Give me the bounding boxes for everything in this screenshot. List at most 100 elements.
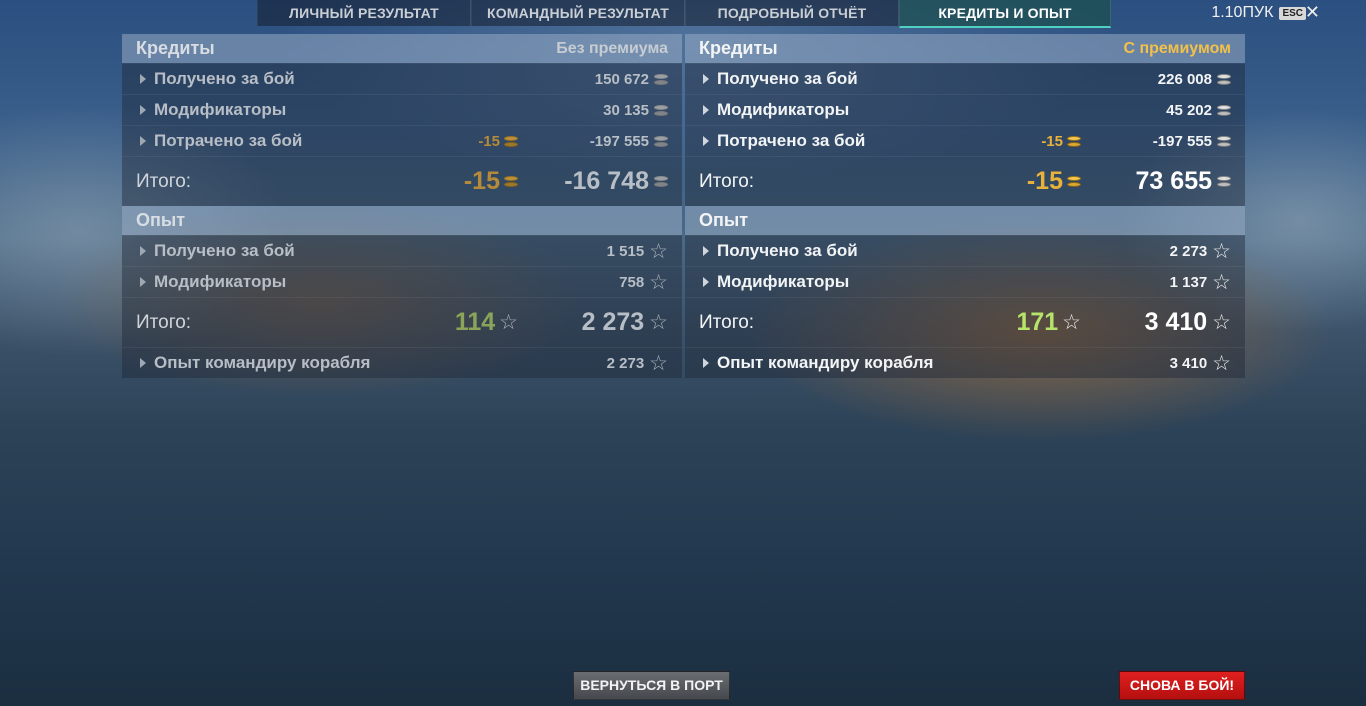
credits-coin-icon <box>1217 104 1231 117</box>
expand-arrow-icon[interactable] <box>703 358 709 368</box>
credits-row-spent[interactable]: Потрачено за бой -15 -197 555 <box>685 125 1245 156</box>
xp-title: Опыт <box>699 210 749 230</box>
row-label: Опыт командиру корабля <box>717 353 934 372</box>
credits-row-earned[interactable]: Получено за бой 150 672 <box>122 63 682 94</box>
battle-again-button[interactable]: СНОВА В БОЙ! <box>1119 671 1245 700</box>
tab-credits-and-xp[interactable]: КРЕДИТЫ И ОПЫТ <box>899 0 1111 28</box>
credits-coin-icon <box>1217 135 1231 148</box>
credits-title: Кредиты <box>136 38 215 58</box>
expand-arrow-icon[interactable] <box>703 105 709 115</box>
panel-no-premium: Кредиты Без премиума Получено за бой 150… <box>122 34 682 378</box>
expand-arrow-icon[interactable] <box>140 105 146 115</box>
xp-title: Опыт <box>136 210 186 230</box>
expand-arrow-icon[interactable] <box>703 277 709 287</box>
credits-row-modifiers[interactable]: Модификаторы 45 202 <box>685 94 1245 125</box>
doubloon-coin-icon <box>504 175 518 188</box>
doubloon-coin-icon <box>1067 135 1081 148</box>
tab-detailed-report[interactable]: ПОДРОБНЫЙ ОТЧЁТ <box>685 0 899 26</box>
xp-header: Опыт <box>685 206 1245 235</box>
row-value: 1 137 <box>1169 273 1208 291</box>
top-right-info: 1.10ПУК ESC <box>1211 4 1306 22</box>
row-value: 30 135 <box>603 101 649 119</box>
row-value: 150 672 <box>594 70 649 88</box>
credits-header: Кредиты С премиумом <box>685 34 1245 63</box>
row-label: Получено за бой <box>717 69 858 88</box>
row-value: 758 <box>619 273 645 291</box>
row-label: Модификаторы <box>154 100 287 119</box>
credits-coin-icon <box>654 135 668 148</box>
tab-team-result[interactable]: КОМАНДНЫЙ РЕЗУЛЬТАТ <box>471 0 685 26</box>
credits-title: Кредиты <box>699 38 778 58</box>
row-label: Опыт командиру корабля <box>154 353 371 372</box>
total-label: Итого: <box>699 170 755 192</box>
total-value: 3 410 <box>1144 308 1208 336</box>
row-value: 3 410 <box>1169 354 1208 372</box>
expand-arrow-icon[interactable] <box>703 74 709 84</box>
credits-coin-icon <box>654 104 668 117</box>
commander-xp-row[interactable]: Опыт командиру корабля 3 410 ☆ <box>685 347 1245 378</box>
total-premium-value: 114 <box>454 308 496 336</box>
xp-row-earned[interactable]: Получено за бой 1 515 ☆ <box>122 235 682 266</box>
row-label: Модификаторы <box>154 272 287 291</box>
xp-row-earned[interactable]: Получено за бой 2 273 ☆ <box>685 235 1245 266</box>
xp-row-modifiers[interactable]: Модификаторы 758 ☆ <box>122 266 682 297</box>
credits-row-spent[interactable]: Потрачено за бой -15 -197 555 <box>122 125 682 156</box>
row-value: 2 273 <box>606 354 645 372</box>
close-icon[interactable]: ✕ <box>1305 2 1320 23</box>
doubloon-coin-icon <box>1067 175 1081 188</box>
credits-coin-icon <box>1217 73 1231 86</box>
xp-star-icon: ☆ <box>1212 351 1231 375</box>
no-premium-label: Без премиума <box>556 39 668 57</box>
credits-coin-icon <box>654 73 668 86</box>
total-premium-value: -15 <box>1026 167 1063 195</box>
row-label: Получено за бой <box>717 241 858 260</box>
credits-total-row: Итого: -15 -16 748 <box>122 156 682 206</box>
xp-header: Опыт <box>122 206 682 235</box>
doubloon-coin-icon <box>504 135 518 148</box>
row-premium-value: -15 <box>478 132 500 150</box>
total-label: Итого: <box>136 311 192 333</box>
xp-star-icon: ☆ <box>649 239 668 263</box>
xp-star-icon: ☆ <box>499 311 518 334</box>
xp-star-icon: ☆ <box>1212 311 1231 334</box>
row-label: Потрачено за бой <box>154 131 303 150</box>
credits-total-row: Итого: -15 73 655 <box>685 156 1245 206</box>
row-value: -197 555 <box>1152 132 1212 150</box>
total-value: 73 655 <box>1135 167 1212 195</box>
xp-star-icon: ☆ <box>1062 311 1081 334</box>
expand-arrow-icon[interactable] <box>140 136 146 146</box>
total-value: -16 748 <box>564 167 649 195</box>
xp-star-icon: ☆ <box>649 311 668 334</box>
row-premium-value: -15 <box>1041 132 1063 150</box>
row-value: 2 273 <box>1169 242 1208 260</box>
xp-star-icon: ☆ <box>1212 239 1231 263</box>
expand-arrow-icon[interactable] <box>140 246 146 256</box>
version-label: 1.10ПУК <box>1211 4 1274 21</box>
row-value: 1 515 <box>606 242 645 260</box>
total-value: 2 273 <box>581 308 645 336</box>
credits-row-modifiers[interactable]: Модификаторы 30 135 <box>122 94 682 125</box>
credits-row-earned[interactable]: Получено за бой 226 008 <box>685 63 1245 94</box>
xp-star-icon: ☆ <box>1212 270 1231 294</box>
credits-header: Кредиты Без премиума <box>122 34 682 63</box>
row-value: 45 202 <box>1166 101 1212 119</box>
xp-row-modifiers[interactable]: Модификаторы 1 137 ☆ <box>685 266 1245 297</box>
total-label: Итого: <box>136 170 192 192</box>
expand-arrow-icon[interactable] <box>703 246 709 256</box>
total-premium-value: -15 <box>463 167 500 195</box>
tab-personal-result[interactable]: ЛИЧНЫЙ РЕЗУЛЬТАТ <box>257 0 471 26</box>
with-premium-label: С премиумом <box>1123 39 1231 57</box>
return-to-port-button[interactable]: ВЕРНУТЬСЯ В ПОРТ <box>573 671 730 700</box>
credits-coin-icon <box>1217 175 1231 188</box>
xp-total-row: Итого: 171 ☆ 3 410 ☆ <box>685 297 1245 347</box>
credits-coin-icon <box>654 175 668 188</box>
expand-arrow-icon[interactable] <box>140 277 146 287</box>
expand-arrow-icon[interactable] <box>140 74 146 84</box>
expand-arrow-icon[interactable] <box>140 358 146 368</box>
row-label: Модификаторы <box>717 100 850 119</box>
expand-arrow-icon[interactable] <box>703 136 709 146</box>
total-label: Итого: <box>699 311 755 333</box>
commander-xp-row[interactable]: Опыт командиру корабля 2 273 ☆ <box>122 347 682 378</box>
row-value: 226 008 <box>1157 70 1212 88</box>
xp-total-row: Итого: 114 ☆ 2 273 ☆ <box>122 297 682 347</box>
